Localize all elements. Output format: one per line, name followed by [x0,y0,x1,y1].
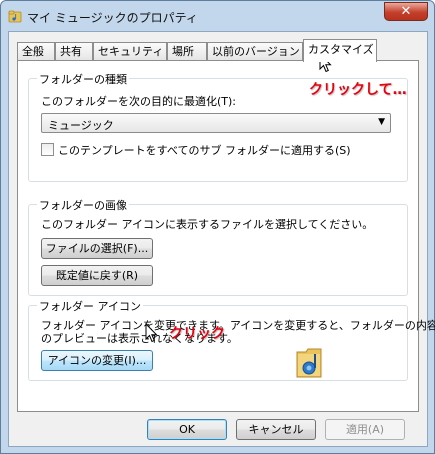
tab-label: 場所 [172,45,194,58]
tab-label: 共有 [60,45,82,58]
tab-sharing[interactable]: 共有 [55,42,93,61]
close-icon: ✕ [400,4,412,19]
apply-subfolders-label[interactable]: このテンプレートをすべてのサブ フォルダーに適用する(S) [58,142,351,158]
apply-subfolders-checkbox[interactable] [41,143,54,156]
folder-picture-title: フォルダーの画像 [37,197,129,213]
window-title: マイ ミュージックのプロパティ [27,11,198,25]
folder-picture-description: このフォルダー アイコンに表示するファイルを選択してください。 [41,218,374,231]
apply-button[interactable]: 適用(A) [325,419,405,440]
folder-icon-title: フォルダー アイコン [37,298,143,314]
folder-picture-group: フォルダーの画像 このフォルダー アイコンに表示するファイルを選択してください。… [28,197,408,296]
restore-default-button[interactable]: 既定値に戻す(R) [41,265,153,286]
mouse-cursor-icon [145,323,158,343]
optimize-prompt: このフォルダーを次の目的に最適化(T): [41,95,237,108]
music-folder-icon [8,10,22,23]
tab-label: カスタマイズ [308,43,374,56]
tab-label: セキュリティ [98,45,164,58]
button-click-hint: クリック [169,326,225,342]
customize-panel: フォルダーの種類 このフォルダーを次の目的に最適化(T): ミュージック ▼ こ… [17,60,435,412]
choose-file-button[interactable]: ファイルの選択(F)... [41,238,153,259]
cancel-button[interactable]: キャンセル [236,419,316,440]
title-bar[interactable]: マイ ミュージックのプロパティ ✕ [1,1,434,31]
change-icon-button[interactable]: アイコンの変更(I)... [41,350,153,371]
tab-customize[interactable]: カスタマイズ [303,39,377,62]
music-folder-icon [296,348,322,378]
tab-location[interactable]: 場所 [167,42,207,61]
tab-strip: 全般 共有 セキュリティ 場所 以前のバージョン カスタマイズ [17,39,421,62]
ok-button[interactable]: OK [147,419,227,440]
folder-type-select[interactable]: ミュージック ▼ [41,113,391,133]
tab-click-hint: クリックして… [309,82,407,98]
close-button[interactable]: ✕ [384,2,428,21]
folder-type-value: ミュージック [48,119,114,132]
folder-type-title: フォルダーの種類 [37,71,129,87]
tab-general[interactable]: 全般 [17,42,55,61]
tab-label: 全般 [22,45,44,58]
properties-dialog: マイ ミュージックのプロパティ ✕ 全般 共有 セキュリティ 場所 以前のバージ… [0,0,435,454]
tab-label: 以前のバージョン [212,45,300,58]
dropdown-arrow-icon: ▼ [378,117,385,127]
folder-icon-group: フォルダー アイコン フォルダー アイコンを変更できます。アイコンを変更すると、… [28,298,435,381]
tab-previous-versions[interactable]: 以前のバージョン [207,42,303,61]
tab-security[interactable]: セキュリティ [93,42,167,61]
